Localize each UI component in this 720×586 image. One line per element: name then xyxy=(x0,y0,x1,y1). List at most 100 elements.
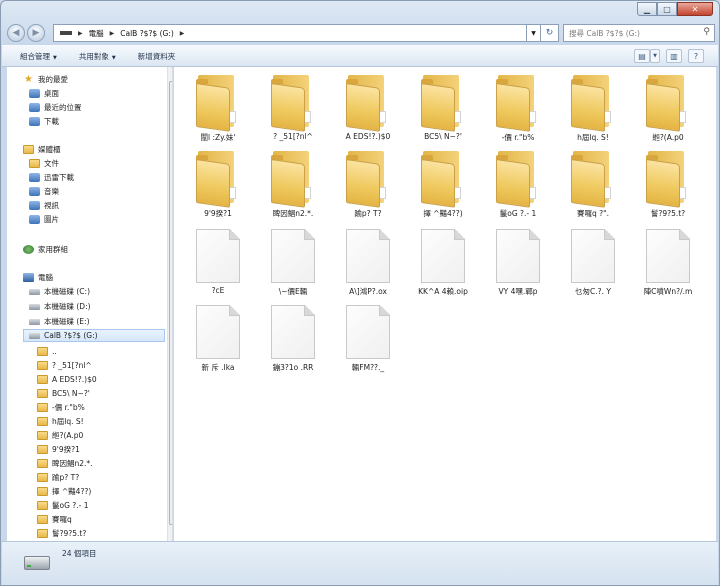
nav-subfolder[interactable]: 縆?(A.p0 xyxy=(37,429,83,442)
nav-desktop[interactable]: 桌面 xyxy=(29,87,59,100)
share-button[interactable]: 共用對象 ▼ xyxy=(79,51,116,62)
star-icon: ★ xyxy=(24,74,33,85)
nav-subfolder[interactable]: -價 r."b% xyxy=(37,401,85,414)
nav-drive-g[interactable]: CalB ?$?$ (G:) xyxy=(23,329,165,342)
file-item[interactable]: 乜匆C.?. Y xyxy=(557,225,629,303)
nav-subfolder[interactable]: 鬙?9?5.t? xyxy=(37,527,86,540)
file-item[interactable]: KK^A 4賴.oip xyxy=(407,225,479,303)
nav-scrollbar[interactable]: ▲ ▼ xyxy=(167,67,172,541)
folder-item[interactable]: -價 r."b% xyxy=(482,71,554,149)
file-item[interactable]: A\]鴻P?.ox xyxy=(332,225,404,303)
nav-homegroup[interactable]: 家用群組 xyxy=(23,243,68,256)
item-label: 陣C噴Wn?/.m xyxy=(643,287,693,296)
file-item[interactable]: 鏰3?1o .RR xyxy=(257,301,329,379)
folder-item[interactable]: 賽囉q ?". xyxy=(557,147,629,225)
nav-subfolder[interactable]: 鬣oG ?.- 1 xyxy=(37,499,89,512)
item-label: 縆?(A.p0 xyxy=(652,133,684,142)
nav-music[interactable]: 音樂 xyxy=(29,185,59,198)
preview-pane-icon: ▥ xyxy=(670,51,678,61)
scroll-thumb[interactable] xyxy=(169,81,172,525)
nav-pictures[interactable]: 圖片 xyxy=(29,213,59,226)
nav-subfolder[interactable]: h屆lq. S! xyxy=(37,415,84,428)
file-item[interactable]: \~價E輛 xyxy=(257,225,329,303)
new-folder-button[interactable]: 新增資料夾 xyxy=(138,51,176,62)
help-button[interactable]: ? xyxy=(688,49,704,63)
folder-item[interactable]: h屆lq. S! xyxy=(557,71,629,149)
scroll-down-icon[interactable]: ▼ xyxy=(169,528,172,540)
nav-documents[interactable]: 文件 xyxy=(29,157,59,170)
file-item[interactable]: 新 斥 .lka xyxy=(182,301,254,379)
address-bar[interactable]: ▶ 電腦 ▶ CalB ?$?$ (G:) ▶ xyxy=(53,24,527,42)
nav-disk-c[interactable]: 本機磁碟 (C:) xyxy=(29,285,90,298)
nav-subfolder[interactable]: 睥因鯧n2.*. xyxy=(37,457,93,470)
nav-libraries[interactable]: 媒體櫃 xyxy=(23,143,61,156)
command-bar: 組合管理 ▼ 共用對象 ▼ 新增資料夾 ▤ ▼ ▥ ? xyxy=(2,45,718,67)
nav-label: h屆lq. S! xyxy=(52,417,84,426)
nav-computer[interactable]: 電腦 xyxy=(23,271,53,284)
scroll-up-icon[interactable]: ▲ xyxy=(169,68,172,80)
folder-icon xyxy=(37,361,48,370)
nav-subfolder[interactable]: 賽囉q xyxy=(37,513,72,526)
file-icon xyxy=(571,229,615,283)
file-item[interactable]: ?cE xyxy=(182,225,254,303)
address-dropdown-button[interactable]: ▼ xyxy=(527,24,541,42)
change-view-button[interactable]: ▤ xyxy=(634,49,650,63)
folder-item[interactable]: 踰p? T? xyxy=(332,147,404,225)
forward-button[interactable]: ▶ xyxy=(27,24,45,42)
search-input[interactable]: 搜尋 CalB ?$?$ (G:) ⚲ xyxy=(563,24,715,42)
chevron-down-icon: ▼ xyxy=(531,29,536,37)
nav-thunder-downloads[interactable]: 迅雷下載 xyxy=(29,171,74,184)
view-dropdown-button[interactable]: ▼ xyxy=(650,49,660,63)
folder-icon xyxy=(37,473,48,482)
nav-label: 我的最愛 xyxy=(38,75,68,84)
file-item[interactable]: 輛FM??._ xyxy=(332,301,404,379)
folder-item[interactable]: A EDS!?.)$0 xyxy=(332,71,404,149)
nav-subfolder[interactable]: A EDS!?.)$0 xyxy=(37,373,97,386)
minimize-button[interactable]: ▁ xyxy=(637,2,657,16)
folder-icon xyxy=(267,149,319,208)
nav-label: 本機磁碟 (E:) xyxy=(44,317,90,326)
nav-subfolder[interactable]: .. xyxy=(37,345,57,358)
nav-subfolder[interactable]: 擇 ^豔4??) xyxy=(37,485,91,498)
thunder-icon xyxy=(29,173,40,182)
nav-favorites[interactable]: ★ 我的最愛 xyxy=(23,73,68,86)
file-item[interactable]: VY 4嘿.鄲p xyxy=(482,225,554,303)
breadcrumb-computer[interactable]: 電腦 xyxy=(89,28,104,39)
removable-drive-icon xyxy=(29,332,40,339)
search-icon[interactable]: ⚲ xyxy=(703,27,710,37)
nav-videos[interactable]: 視訊 xyxy=(29,199,59,212)
nav-subfolder[interactable]: 踰p? T? xyxy=(37,471,79,484)
nav-downloads[interactable]: 下載 xyxy=(29,115,59,128)
folder-icon xyxy=(567,149,619,208)
folder-item[interactable]: 闡l :Zy.妹' xyxy=(182,71,254,149)
back-button[interactable]: ◀ xyxy=(7,24,25,42)
folder-item[interactable]: BC5\ N~?' xyxy=(407,71,479,149)
maximize-button[interactable]: □ xyxy=(657,2,677,16)
nav-label: 家用群組 xyxy=(38,245,68,254)
folder-item[interactable]: ? _51[?nl^ xyxy=(257,71,329,149)
close-button[interactable]: ✕ xyxy=(677,2,713,16)
refresh-button[interactable]: ↻ xyxy=(541,24,559,42)
folder-item[interactable]: 鬣oG ?.- 1 xyxy=(482,147,554,225)
folder-item[interactable]: 擇 ^豔4??) xyxy=(407,147,479,225)
organize-button[interactable]: 組合管理 ▼ xyxy=(20,51,57,62)
file-icon xyxy=(421,229,465,283)
nav-subfolder[interactable]: ? _51[?nl^ xyxy=(37,359,92,372)
help-icon: ? xyxy=(693,51,699,61)
hard-drive-icon xyxy=(29,318,40,325)
nav-disk-e[interactable]: 本機磁碟 (E:) xyxy=(29,315,90,328)
folder-item[interactable]: 睥因鯧n2.*. xyxy=(257,147,329,225)
nav-subfolder[interactable]: 9'9揆?1 xyxy=(37,443,80,456)
nav-recent[interactable]: 最近的位置 xyxy=(29,101,82,114)
nav-disk-d[interactable]: 本機磁碟 (D:) xyxy=(29,300,91,313)
folder-item[interactable]: 9'9揆?1 xyxy=(182,147,254,225)
preview-pane-button[interactable]: ▥ xyxy=(666,49,682,63)
file-item[interactable]: 陣C噴Wn?/.m xyxy=(632,225,704,303)
breadcrumb-drive[interactable]: CalB ?$?$ (G:) xyxy=(120,29,174,38)
breadcrumb-separator-icon: ▶ xyxy=(179,29,185,37)
folder-item[interactable]: 鬙?9?5.t? xyxy=(632,147,704,225)
folder-item[interactable]: 縆?(A.p0 xyxy=(632,71,704,149)
item-label: 擇 ^豔4??) xyxy=(423,209,463,218)
file-list: 闡l :Zy.妹' ? _51[?nl^ A EDS!?.)$0 BC5\ N~?' -… xyxy=(174,67,716,541)
nav-subfolder[interactable]: BC5\ N~?' xyxy=(37,387,90,400)
